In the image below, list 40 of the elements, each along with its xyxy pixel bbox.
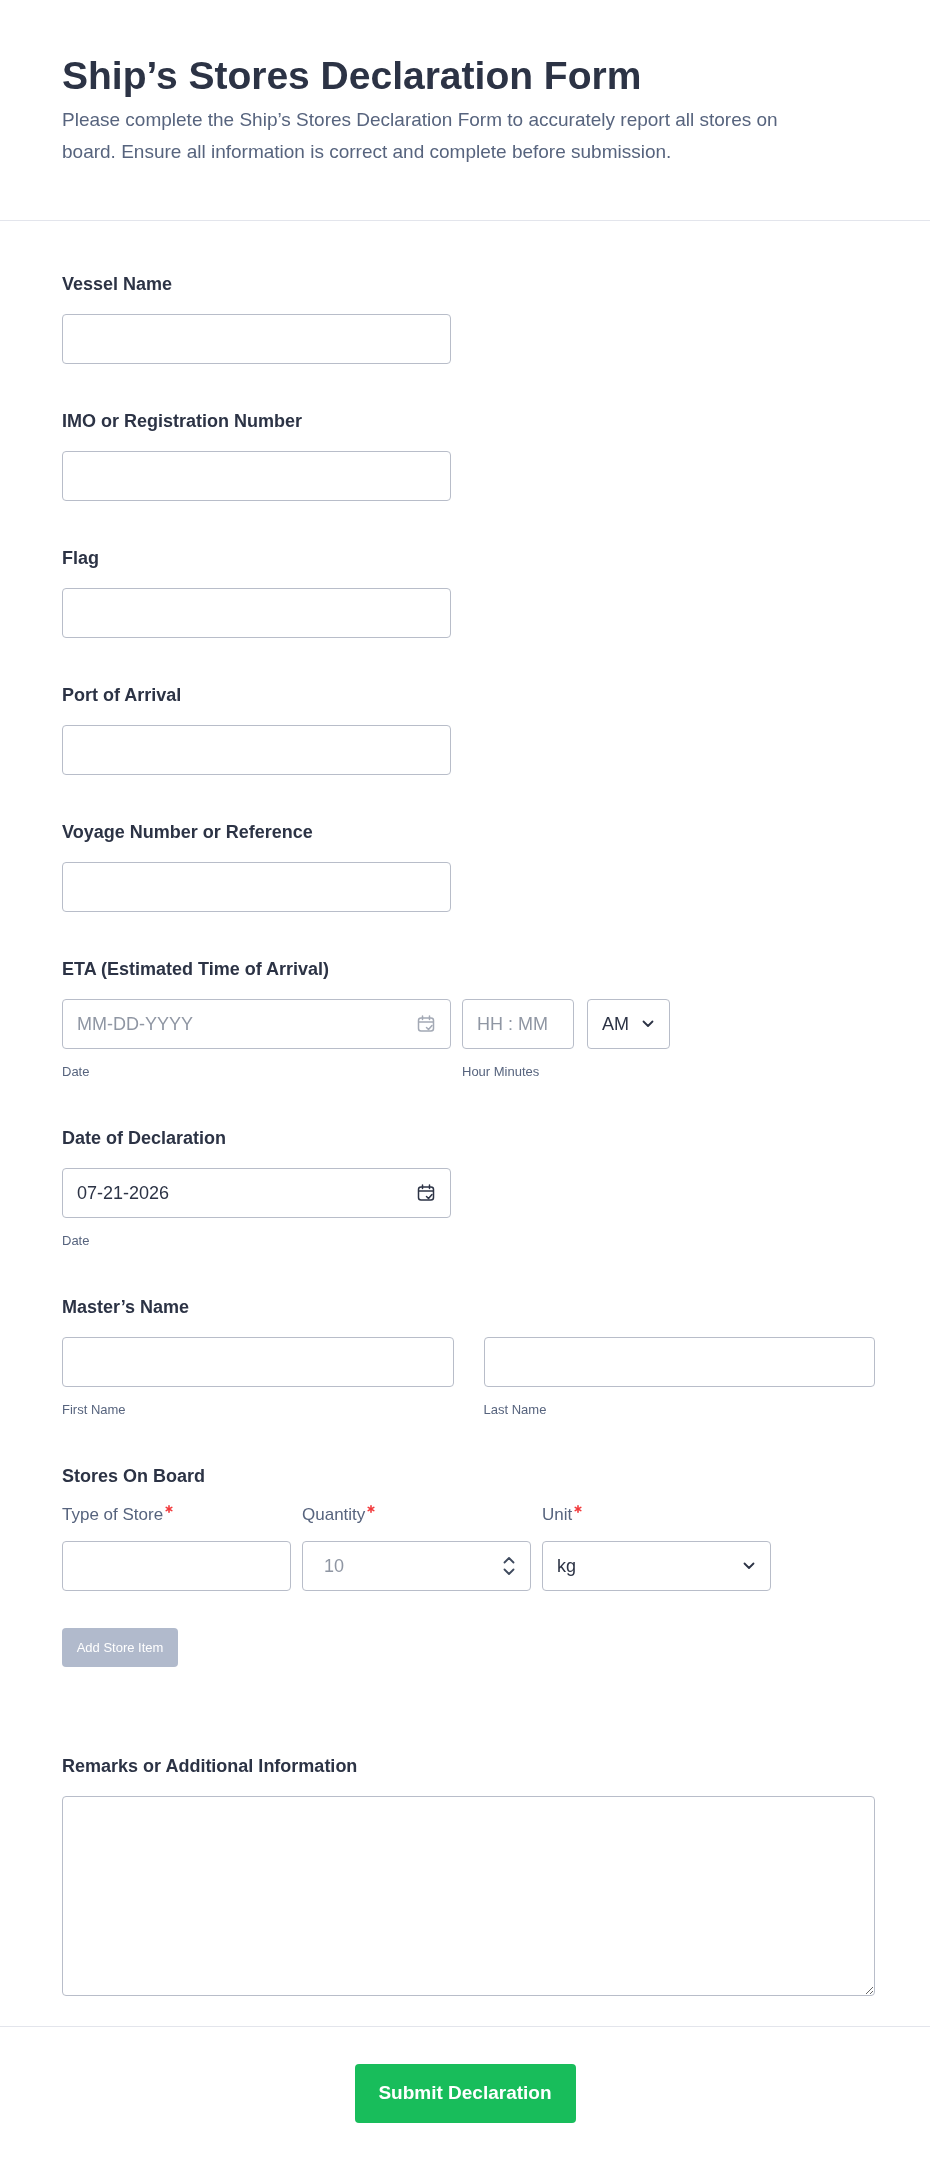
field-sublabel: First Name bbox=[62, 1401, 126, 1419]
date-field[interactable]: MM-DD-YYYY bbox=[62, 999, 451, 1049]
field-sublabel: Hour Minutes bbox=[462, 1063, 540, 1081]
unit-select[interactable]: kg bbox=[542, 1541, 771, 1591]
text-field[interactable] bbox=[62, 725, 451, 775]
form-title: Ship’s Stores Declaration Form bbox=[62, 53, 643, 99]
field-label: Remarks or Additional Information bbox=[62, 1755, 358, 1778]
text-field[interactable] bbox=[62, 588, 451, 638]
field-sublabel: Date bbox=[62, 1232, 90, 1250]
chevron-down-icon bbox=[642, 1020, 654, 1028]
field-label: IMO or Registration Number bbox=[62, 410, 303, 433]
column-label: Unit bbox=[542, 1504, 573, 1526]
text-field[interactable] bbox=[62, 1541, 291, 1591]
field-label: Port of Arrival bbox=[62, 684, 182, 707]
form-description: Please complete the Ship’s Stores Declaration Form to accurately report all stores on board. Ensure all information is correct and complete before submission. bbox=[62, 108, 779, 164]
text-field[interactable] bbox=[62, 451, 451, 501]
column-label: Type of Store bbox=[62, 1504, 164, 1526]
column-label: Quantity bbox=[302, 1504, 366, 1526]
calendar-icon bbox=[417, 1015, 435, 1033]
am-pm-select[interactable]: AM bbox=[587, 999, 670, 1049]
field-label: Vessel Name bbox=[62, 273, 173, 296]
field-label: Voyage Number or Reference bbox=[62, 821, 313, 844]
field-label: Date of Declaration bbox=[62, 1127, 227, 1150]
time-field[interactable]: HH : MM bbox=[462, 999, 574, 1049]
field-sublabel: Date bbox=[62, 1063, 90, 1081]
field-label: Stores On Board bbox=[62, 1465, 206, 1488]
calendar-icon bbox=[417, 1184, 435, 1202]
text-field[interactable] bbox=[62, 314, 451, 364]
field-sublabel: Last Name bbox=[483, 1401, 547, 1419]
date-field[interactable]: 07-21-2026 bbox=[62, 1168, 451, 1218]
field-label: Master’s Name bbox=[62, 1296, 190, 1319]
remarks-field[interactable] bbox=[62, 1796, 875, 1996]
field-label: ETA (Estimated Time of Arrival) bbox=[62, 958, 330, 981]
up-down-chevron-icon bbox=[503, 1556, 515, 1576]
chevron-down-icon bbox=[743, 1562, 755, 1570]
name-field[interactable] bbox=[62, 1337, 454, 1387]
field-label: Flag bbox=[62, 547, 99, 570]
text-field[interactable] bbox=[62, 862, 451, 912]
name-field[interactable] bbox=[483, 1337, 875, 1387]
quantity-field[interactable]: 10 bbox=[302, 1541, 531, 1591]
